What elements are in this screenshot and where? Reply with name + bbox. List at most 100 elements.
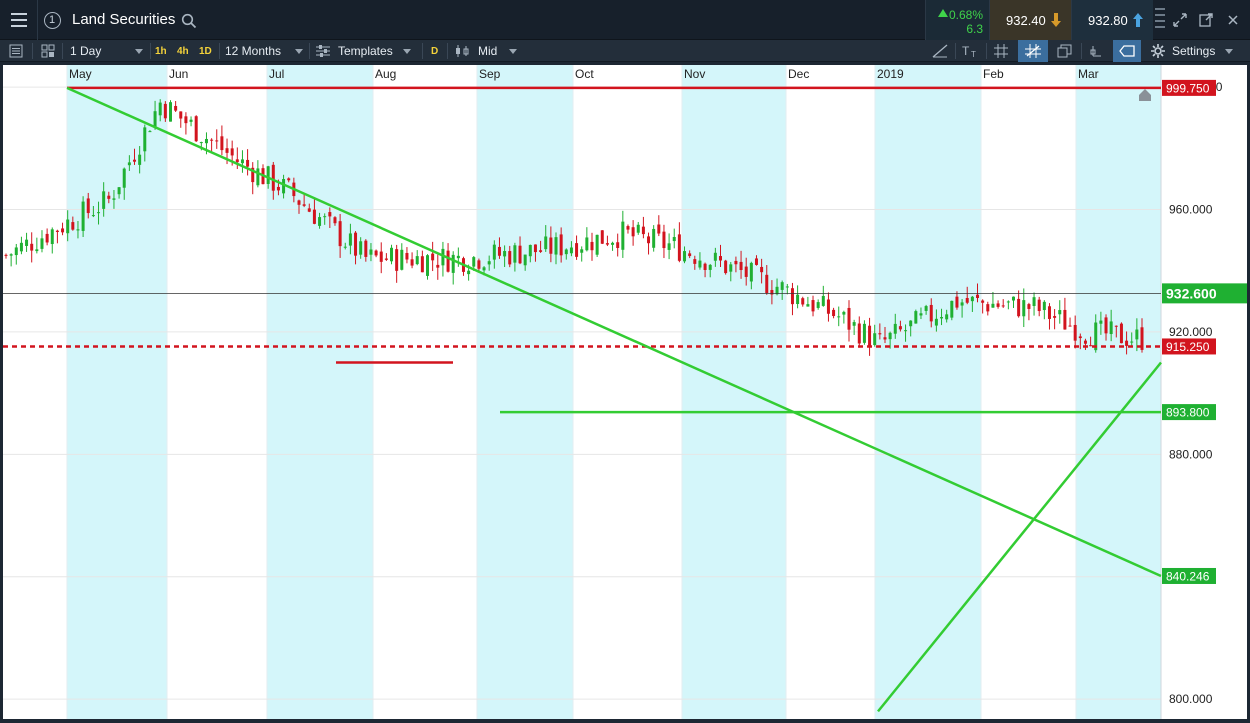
- draw-line-icon[interactable]: [932, 44, 948, 58]
- candle-body: [970, 296, 974, 302]
- interval-4h[interactable]: 4h: [177, 40, 189, 62]
- candle-body: [14, 247, 18, 256]
- candle-body: [210, 139, 214, 141]
- candle-body: [1068, 325, 1072, 327]
- candle-body: [806, 304, 810, 307]
- candle-body: [621, 221, 625, 250]
- candle-body: [25, 239, 29, 246]
- candle-body: [641, 226, 645, 235]
- candle-body: [662, 231, 666, 249]
- candle-body: [1011, 296, 1015, 301]
- candle-body: [415, 256, 419, 265]
- month-band: [682, 65, 786, 719]
- candle-body: [497, 246, 501, 256]
- list-icon[interactable]: [9, 44, 23, 58]
- candle-body: [811, 300, 815, 312]
- crosshair-icon: [1025, 44, 1041, 58]
- candle-body: [914, 311, 918, 324]
- candle-body: [215, 140, 219, 142]
- interval-1h[interactable]: 1h: [155, 40, 167, 62]
- text-tool-icon[interactable]: T T: [962, 44, 980, 58]
- candle-body: [204, 138, 208, 144]
- layout-icon[interactable]: [41, 44, 55, 58]
- down-arrow-icon: [1051, 13, 1061, 27]
- candle-body: [919, 313, 923, 316]
- title-bar: 1 Land Securities 0.68% 6.3 932.40 932.8…: [0, 0, 1250, 40]
- candle-body: [605, 243, 609, 245]
- candle-body: [503, 251, 507, 257]
- candle-body: [636, 224, 640, 233]
- candle-body: [739, 261, 743, 271]
- candle-body: [287, 178, 291, 181]
- chart-canvas[interactable]: MayJunJulAugSepOctNovDec2019FebMar1,000.…: [3, 65, 1247, 719]
- candle-body: [1047, 306, 1051, 319]
- crosshair-button[interactable]: [1018, 40, 1048, 62]
- candle-body: [888, 332, 892, 340]
- candle-body: [693, 259, 697, 264]
- candle-body: [893, 323, 897, 334]
- candle-body: [374, 250, 378, 256]
- candle-body: [312, 209, 316, 224]
- candle-body: [544, 236, 548, 250]
- templates-menu[interactable]: Templates: [316, 40, 416, 62]
- x-tick-label: Nov: [684, 67, 705, 81]
- candle-body: [127, 162, 131, 166]
- change-percent: 0.68%: [948, 8, 983, 22]
- menu-button[interactable]: [0, 0, 38, 40]
- candle-body: [744, 266, 748, 277]
- grip-icon[interactable]: [1155, 6, 1165, 34]
- candle-body: [81, 201, 85, 231]
- sell-price: 932.40: [1006, 13, 1046, 28]
- candle-body: [179, 111, 183, 119]
- price-label: 840.246: [1166, 569, 1210, 583]
- candle-body: [754, 258, 758, 265]
- chart-toolbar: 1 Day 1h 4h 1D 12 Months Templates D Mid…: [0, 40, 1250, 62]
- candle-body: [852, 322, 856, 326]
- candle-body: [672, 237, 676, 242]
- candle-body: [256, 168, 260, 186]
- order-count-button[interactable]: 1: [38, 0, 66, 40]
- settings-label: Settings: [1172, 44, 1216, 58]
- candle-body: [950, 300, 954, 318]
- templates-label: Templates: [338, 44, 393, 58]
- label-button[interactable]: [1113, 40, 1141, 62]
- expand-icon[interactable]: [1172, 12, 1188, 28]
- candle-body: [266, 166, 270, 184]
- candle-body: [364, 240, 368, 257]
- candle-body: [508, 251, 512, 265]
- interval-select[interactable]: 1 Day: [70, 40, 146, 62]
- candle-body: [55, 230, 59, 232]
- sell-button[interactable]: 932.40: [989, 0, 1071, 40]
- candle-body: [780, 282, 784, 290]
- buy-button[interactable]: 932.80: [1071, 0, 1153, 40]
- grid-icon[interactable]: [994, 44, 1008, 58]
- month-band: [267, 65, 373, 719]
- candle-body: [405, 252, 409, 260]
- candle-body: [276, 186, 280, 191]
- price-label: 932.600: [1166, 285, 1217, 301]
- interval-1d[interactable]: 1D: [199, 40, 212, 62]
- price-chart[interactable]: MayJunJulAugSepOctNovDec2019FebMar1,000.…: [3, 65, 1247, 719]
- candle-body: [600, 230, 604, 244]
- range-select[interactable]: 12 Months: [225, 40, 305, 62]
- settings-menu[interactable]: Settings: [1151, 40, 1243, 62]
- candle-body: [19, 242, 23, 252]
- close-icon[interactable]: [1225, 12, 1241, 28]
- candle-body: [487, 261, 491, 265]
- indicator-icon[interactable]: [1089, 44, 1105, 58]
- d-badge[interactable]: D: [431, 40, 438, 62]
- x-tick-label: Oct: [575, 67, 594, 81]
- candle-body: [713, 252, 717, 261]
- candle-body: [168, 102, 172, 122]
- candle-body: [9, 254, 13, 256]
- candle-body: [1078, 336, 1082, 339]
- candle-body: [30, 243, 34, 251]
- popout-icon[interactable]: [1198, 12, 1214, 28]
- price-type-select[interactable]: Mid: [455, 40, 519, 62]
- candle-body: [369, 249, 373, 255]
- compare-icon[interactable]: [1057, 44, 1073, 58]
- candle-body: [97, 212, 101, 214]
- search-icon[interactable]: [181, 13, 197, 29]
- candle-body: [117, 187, 121, 195]
- candles-icon: [456, 45, 469, 57]
